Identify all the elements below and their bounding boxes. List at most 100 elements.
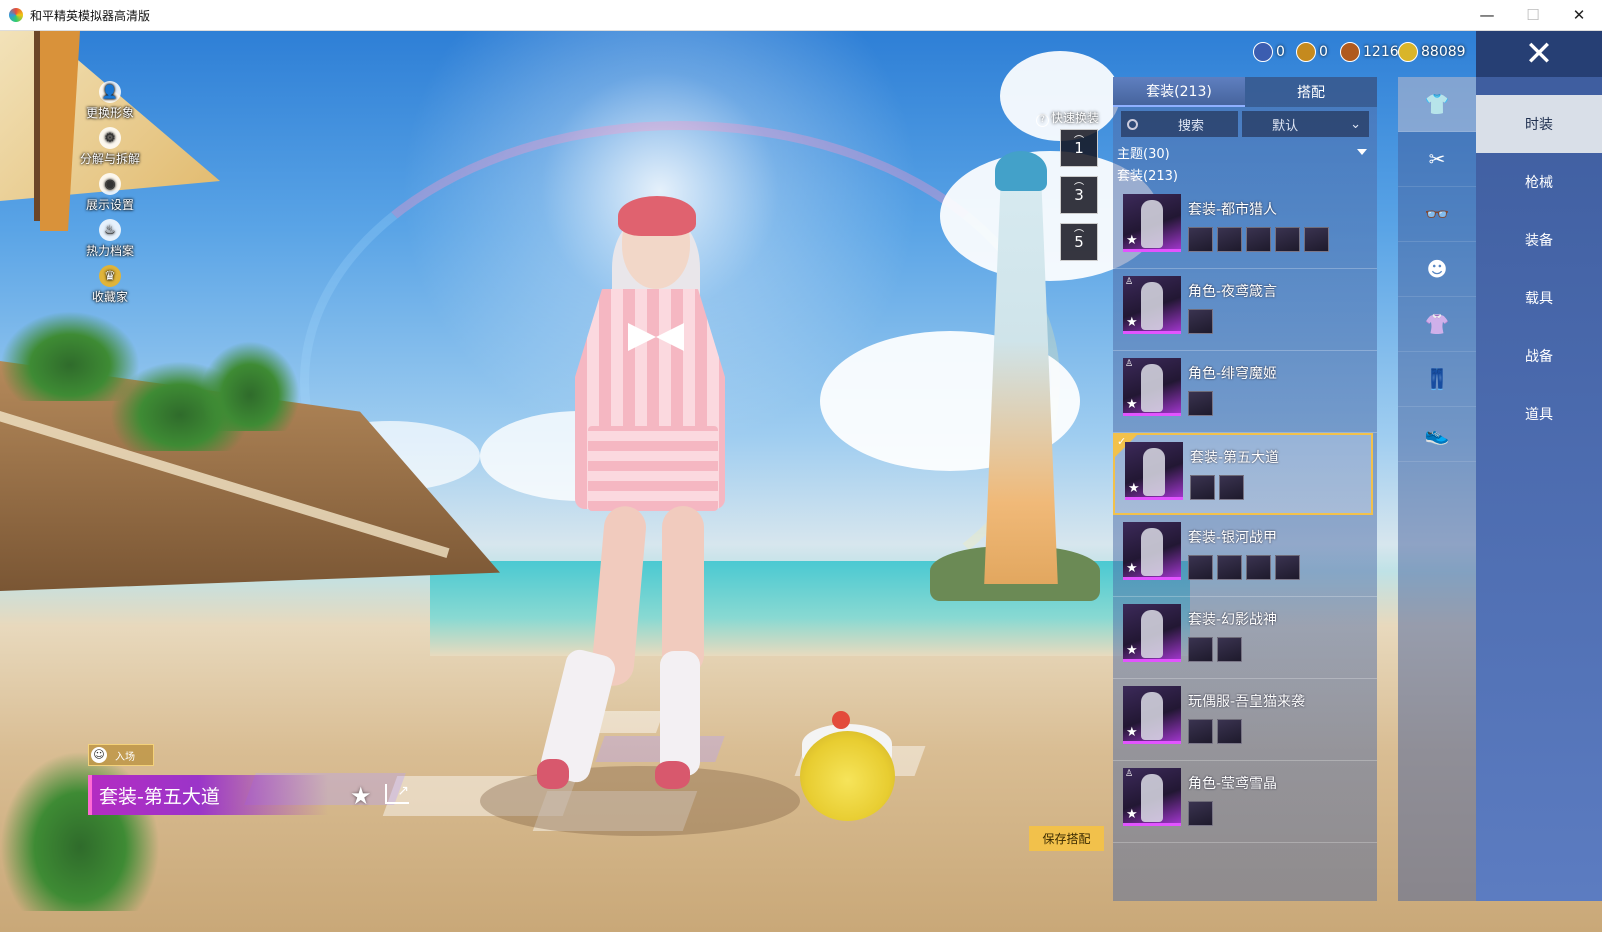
- save-combination-button[interactable]: 保存搭配: [1029, 826, 1104, 851]
- gem-coin-icon: [1398, 42, 1418, 62]
- outfit-part-thumb[interactable]: [1188, 227, 1213, 252]
- theme-filter[interactable]: 主题(30): [1113, 141, 1377, 163]
- quick-change-label[interactable]: ? 快速换装: [1036, 109, 1099, 127]
- sub-category-full-outfit[interactable]: 👕: [1398, 77, 1476, 132]
- left-menu-label: 更换形象: [85, 106, 134, 120]
- character-shoe: [537, 759, 569, 789]
- star-icon: ★: [1126, 643, 1138, 658]
- quick-slot-3[interactable]: ⌒ 3: [1060, 176, 1098, 214]
- star-icon: ★: [1126, 233, 1138, 248]
- bronze-coin-icon: [1340, 42, 1360, 62]
- left-menu-label: 分解与拆解: [79, 152, 140, 166]
- outfit-part-thumb[interactable]: [1217, 719, 1242, 744]
- main-category-tab[interactable]: 枪械: [1476, 153, 1602, 211]
- outfit-part-thumb[interactable]: [1188, 801, 1213, 826]
- sub-category-pants[interactable]: 👖: [1398, 352, 1476, 407]
- outfit-part-thumb[interactable]: [1188, 309, 1213, 334]
- full-outfit-icon: 👕: [1424, 92, 1450, 116]
- maximize-button[interactable]: ☐: [1510, 0, 1556, 30]
- outfit-part-thumb[interactable]: [1304, 227, 1329, 252]
- currency-value: 0: [1319, 44, 1328, 60]
- outfit-part-thumb[interactable]: [1188, 637, 1213, 662]
- sub-category-glasses[interactable]: 👓: [1398, 187, 1476, 242]
- outfit-thumbnail: ★: [1123, 686, 1181, 744]
- sort-dropdown[interactable]: 默认 ⌄: [1242, 111, 1369, 137]
- left-menu-disassemble[interactable]: ⚙ 分解与拆解: [70, 121, 150, 167]
- search-input[interactable]: 搜索: [1121, 111, 1239, 137]
- main-category-column: ✕ 时装 枪械 装备 载具 战备 道具: [1476, 31, 1602, 901]
- outfit-list-item[interactable]: ★ 套装-都市猎人: [1113, 187, 1377, 269]
- hanger-icon: ⌒: [1074, 136, 1084, 147]
- outfit-parts: [1188, 227, 1329, 252]
- quick-slot-5[interactable]: ⌒ 5: [1060, 223, 1098, 261]
- left-menu-label: 展示设置: [85, 198, 134, 212]
- pants-icon: 👖: [1424, 367, 1450, 391]
- sub-category-hair[interactable]: ✂: [1398, 132, 1476, 187]
- outfit-part-thumb[interactable]: [1246, 227, 1271, 252]
- main-category-tab[interactable]: 战备: [1476, 327, 1602, 385]
- outfit-part-thumb[interactable]: [1188, 391, 1213, 416]
- close-icon[interactable]: ✕: [1476, 31, 1602, 77]
- outfit-part-thumb[interactable]: [1188, 555, 1213, 580]
- outfit-list-item[interactable]: ♙ ★ 角色-绯穹魔姬: [1113, 351, 1377, 433]
- star-icon: ★: [1126, 725, 1138, 740]
- entry-animation-button[interactable]: ☺ 入场: [88, 744, 154, 766]
- left-menu-collector[interactable]: ♛ 收藏家: [70, 259, 150, 305]
- outfit-list-item[interactable]: ★ 套装-幻影战神: [1113, 597, 1377, 679]
- outfit-list-item[interactable]: ♙ ★ 角色-夜鸢箴言: [1113, 269, 1377, 351]
- main-category-tab[interactable]: 载具: [1476, 269, 1602, 327]
- outfit-part-thumb[interactable]: [1219, 475, 1244, 500]
- tab-combinations[interactable]: 搭配: [1245, 77, 1377, 107]
- outfit-list-item[interactable]: ★ 玩偶服-吾皇猫来袭: [1113, 679, 1377, 761]
- search-row: 搜索 默认 ⌄: [1113, 107, 1377, 141]
- outfit-parts: [1190, 475, 1244, 500]
- outfit-part-thumb[interactable]: [1217, 555, 1242, 580]
- outfit-list-item[interactable]: ✓ ★ 套装-第五大道: [1113, 433, 1373, 515]
- outfit-figure: [1143, 448, 1165, 496]
- suit-count-text: 套装(213): [1117, 168, 1178, 184]
- share-icon[interactable]: ↗: [385, 784, 409, 804]
- outfit-part-thumb[interactable]: [1190, 475, 1215, 500]
- window-title: 和平精英模拟器高清版: [30, 8, 151, 23]
- star-icon: ★: [1128, 481, 1140, 496]
- left-menu-display-settings[interactable]: ◉ 展示设置: [70, 167, 150, 213]
- tab-suits[interactable]: 套装(213): [1113, 77, 1245, 107]
- quick-slot-1[interactable]: ⌒ 1: [1060, 129, 1098, 167]
- outfit-figure: [1141, 200, 1163, 248]
- left-menu-label: 热力档案: [85, 244, 134, 258]
- outfit-part-thumb[interactable]: [1275, 227, 1300, 252]
- main-category-tab[interactable]: 装备: [1476, 211, 1602, 269]
- left-menu-heat-profile[interactable]: ♨ 热力档案: [70, 213, 150, 259]
- star-icon: ★: [1126, 807, 1138, 822]
- sub-category-shoes[interactable]: 👟: [1398, 407, 1476, 462]
- outfit-part-thumb[interactable]: [1275, 555, 1300, 580]
- left-menu-change-avatar[interactable]: 👤 更换形象: [70, 75, 150, 121]
- currency-gold-token[interactable]: 0: [1296, 42, 1328, 62]
- outfit-list-item[interactable]: ♙ ★ 角色-莹鸢雪晶: [1113, 761, 1377, 843]
- main-category-tab[interactable]: 道具: [1476, 385, 1602, 443]
- star-icon: ★: [1126, 397, 1138, 412]
- eye-icon: ◉: [99, 173, 121, 195]
- favorite-star-icon[interactable]: ★: [350, 782, 372, 810]
- shoes-icon: 👟: [1424, 422, 1450, 446]
- sub-category-top[interactable]: 👚: [1398, 297, 1476, 352]
- character-shoe: [655, 761, 690, 789]
- main-category-tab[interactable]: 时装: [1476, 95, 1602, 153]
- outfit-part-thumb[interactable]: [1217, 637, 1242, 662]
- currency-bronze[interactable]: 1216: [1340, 42, 1399, 62]
- outfit-part-thumb[interactable]: [1246, 555, 1271, 580]
- outfit-name: 角色-绯穹魔姬: [1188, 366, 1278, 382]
- minimize-button[interactable]: —: [1464, 0, 1510, 30]
- outfit-name: 角色-莹鸢雪晶: [1188, 776, 1278, 792]
- pet-comb: [832, 711, 850, 729]
- sub-category-mask[interactable]: ☻: [1398, 242, 1476, 297]
- outfit-part-thumb[interactable]: [1217, 227, 1242, 252]
- star-icon: ★: [1126, 315, 1138, 330]
- outfit-part-thumb[interactable]: [1188, 719, 1213, 744]
- hanger-icon: ⌒: [1074, 230, 1084, 241]
- currency-gem[interactable]: 88089: [1398, 42, 1466, 62]
- currency-globe[interactable]: 0: [1253, 42, 1285, 62]
- close-window-button[interactable]: ✕: [1556, 0, 1602, 30]
- outfit-list-item[interactable]: ★ 套装-银河战甲: [1113, 515, 1377, 597]
- pet-chick: [800, 731, 895, 821]
